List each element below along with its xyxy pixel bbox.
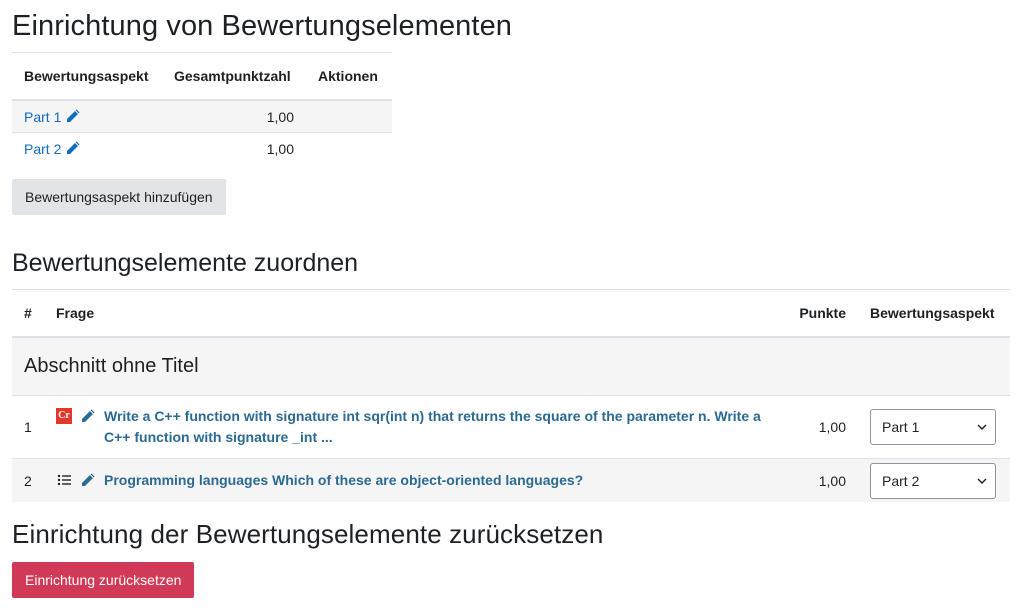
select-value: Part 1	[882, 419, 920, 435]
question-link[interactable]: Programming languages Which of these are…	[104, 470, 583, 491]
aspect-actions	[306, 132, 392, 164]
pencil-icon[interactable]	[65, 108, 81, 124]
aspect-link-part2[interactable]: Part 2	[24, 141, 61, 157]
table-header-row: # Frage Punkte Bewertungsaspekt	[12, 289, 1010, 338]
question-link[interactable]: Write a C++ function with signature int …	[104, 406, 772, 448]
col-header-aspect: Bewertungsaspekt	[12, 52, 162, 101]
aspect-total: 1,00	[162, 132, 306, 164]
question-number: 2	[12, 458, 44, 502]
reset-button[interactable]: Einrichtung zurücksetzen	[12, 562, 195, 598]
col-header-number: #	[12, 289, 44, 338]
question-number: 1	[12, 395, 44, 459]
question-points: 1,00	[784, 395, 858, 459]
chevron-down-icon	[977, 424, 987, 430]
page-content: Einrichtung von Bewertungselementen Bewe…	[12, 0, 1010, 598]
aspect-total: 1,00	[162, 99, 306, 133]
pencil-icon[interactable]	[80, 408, 96, 424]
col-header-actions: Aktionen	[306, 52, 392, 101]
section-row: Abschnitt ohne Titel	[12, 336, 1010, 396]
setup-heading: Einrichtung von Bewertungselementen	[12, 10, 513, 42]
section-title: Abschnitt ohne Titel	[12, 336, 1010, 396]
aspect-actions	[306, 99, 392, 133]
pencil-icon[interactable]	[65, 140, 81, 156]
pencil-icon[interactable]	[80, 472, 96, 488]
question-points: 1,00	[784, 458, 858, 502]
add-aspect-button[interactable]: Bewertungsaspekt hinzufügen	[12, 179, 226, 215]
aspect-link-part1[interactable]: Part 1	[24, 109, 61, 125]
col-header-points: Punkte	[784, 289, 858, 338]
reset-heading: Einrichtung der Bewertungselemente zurüc…	[12, 519, 604, 549]
col-header-total: Gesamtpunktzahl	[162, 52, 306, 101]
multichoice-list-icon	[57, 474, 71, 486]
table-row: Part 1 1,00	[12, 99, 392, 133]
table-row: 1 Cr Write a C++ function with signature…	[12, 395, 1010, 459]
grade-items-mapping-table: # Frage Punkte Bewertungsaspekt Abschnit…	[12, 289, 1010, 502]
chevron-down-icon	[977, 478, 987, 484]
table-header-row: Bewertungsaspekt Gesamtpunktzahl Aktione…	[12, 52, 392, 101]
aspect-select[interactable]: Part 1	[870, 409, 996, 445]
col-header-question: Frage	[44, 289, 784, 338]
table-row: 2 Programming languages Which of these a…	[12, 458, 1010, 502]
col-header-aspect: Bewertungsaspekt	[858, 289, 1010, 338]
aspect-select[interactable]: Part 2	[870, 462, 996, 499]
table-row: Part 2 1,00	[12, 132, 392, 164]
select-value: Part 2	[882, 472, 920, 489]
coderunner-icon: Cr	[56, 408, 72, 424]
grade-aspects-table: Bewertungsaspekt Gesamtpunktzahl Aktione…	[12, 52, 392, 164]
mapping-heading: Bewertungselemente zuordnen	[12, 249, 359, 277]
